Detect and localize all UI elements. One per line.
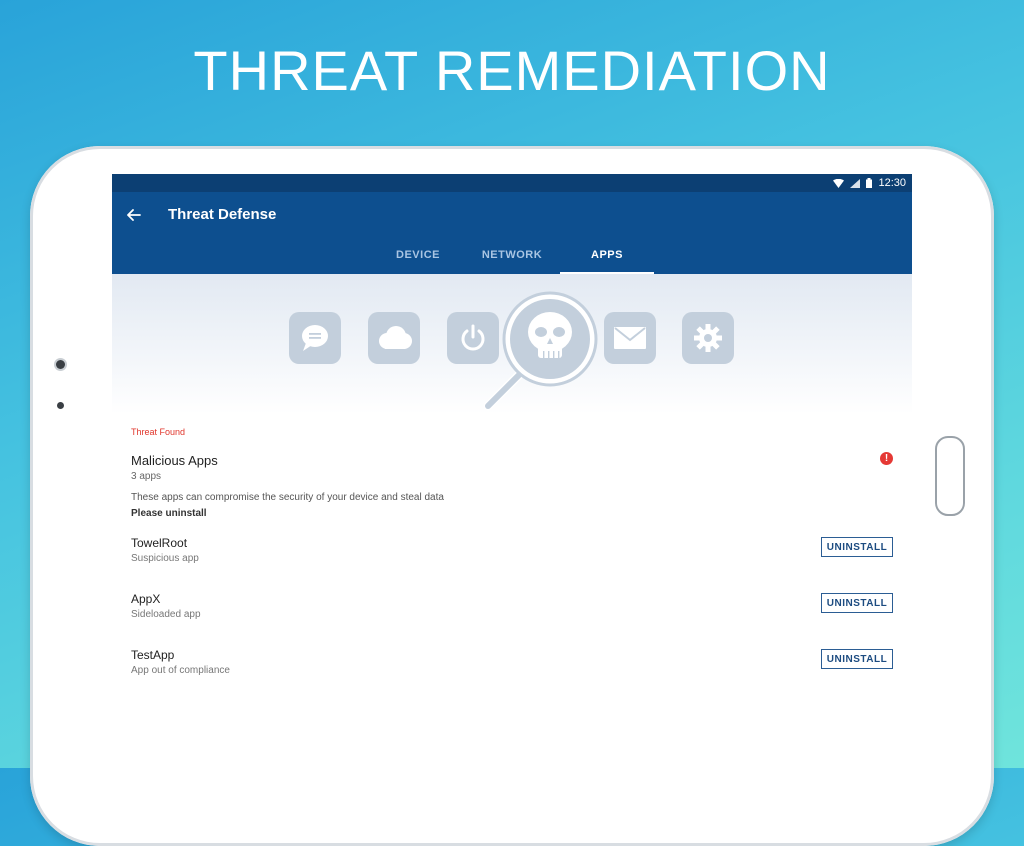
app-subtitle: Suspicious app [131,553,199,564]
uninstall-button[interactable]: UNINSTALL [821,593,893,613]
tab-apps[interactable]: APPS [560,240,654,274]
uninstall-button[interactable]: UNINSTALL [821,537,893,557]
tab-device[interactable]: DEVICE [378,240,458,274]
threat-instruction: Please uninstall [131,508,207,519]
app-subtitle: Sideloaded app [131,609,201,620]
sensor [57,402,64,409]
chat-icon [289,312,341,364]
home-button[interactable] [935,436,965,516]
app-name: AppX [131,592,161,606]
signal-icon [850,178,861,188]
threat-title: Malicious Apps [131,453,218,468]
threat-illustration [112,274,912,414]
app-subtitle: App out of compliance [131,665,230,676]
list-item: AppX Sideloaded app UNINSTALL [131,592,893,632]
list-item: TowelRoot Suspicious app UNINSTALL [131,536,893,576]
promo-title: THREAT REMEDIATION [193,39,831,102]
status-bar: 12:30 [112,174,912,192]
back-button[interactable] [124,205,144,225]
magnifier-skull-icon [478,288,608,418]
cloud-icon [368,312,420,364]
battery-icon [866,178,873,188]
tab-network[interactable]: NETWORK [472,240,552,274]
mail-icon [604,312,656,364]
alert-icon: ! [880,452,893,465]
app-title: Threat Defense [168,206,277,223]
app-name: TestApp [131,648,175,662]
wifi-icon [833,178,845,188]
app-bar: Threat Defense DEVICE NETWORK APPS [112,192,912,274]
list-item: TestApp App out of compliance UNINSTALL [131,648,893,688]
uninstall-button[interactable]: UNINSTALL [821,649,893,669]
threat-description: These apps can compromise the security o… [131,492,444,503]
front-camera [56,360,65,369]
app-name: TowelRoot [131,536,188,550]
back-arrow-icon [127,209,141,221]
gear-icon [682,312,734,364]
tab-bar: DEVICE NETWORK APPS [112,240,912,274]
status-time: 12:30 [878,177,906,189]
section-label: Threat Found [131,427,186,437]
device-screen: 12:30 Threat Defense DEVICE NETWORK APPS [112,174,912,774]
threat-count: 3 apps [131,471,162,482]
